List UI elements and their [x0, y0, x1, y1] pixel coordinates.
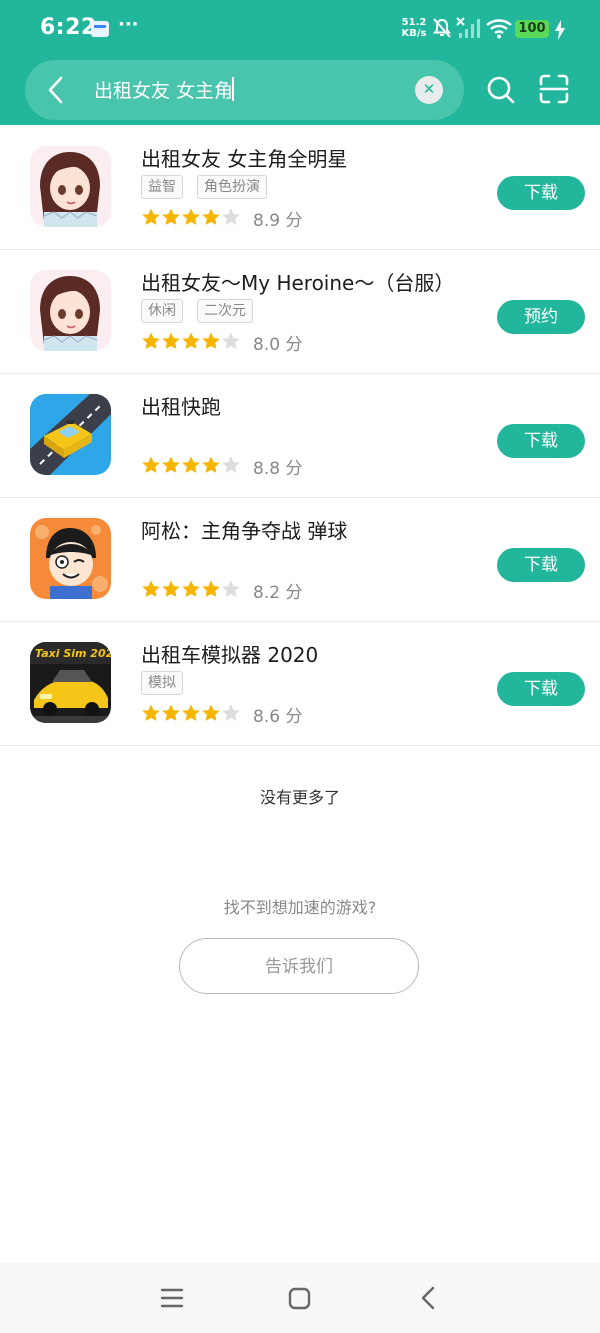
mute-bell-icon	[432, 18, 452, 38]
text-cursor	[232, 77, 234, 101]
search-input[interactable]	[94, 74, 404, 104]
taxi-sim-logo-text: Taxi Sim 2022	[35, 647, 111, 660]
app-score: 8.6 分	[253, 707, 303, 727]
app-title: 出租车模拟器 2020	[141, 643, 319, 667]
no-signal-icon	[456, 17, 480, 38]
taxi-car-icon	[30, 394, 111, 475]
app-score: 8.0 分	[253, 335, 303, 355]
app-title: 出租快跑	[141, 395, 221, 419]
network-speed-unit: KB/s	[401, 28, 427, 39]
download-button[interactable]: 下载	[497, 424, 585, 458]
app-tags: 模拟	[141, 671, 197, 695]
cartoon-boy-icon	[30, 518, 111, 599]
back-icon[interactable]	[418, 1286, 438, 1310]
chevron-left-icon[interactable]	[44, 76, 68, 104]
star-rating-icon	[142, 704, 240, 721]
app-tag: 二次元	[197, 299, 253, 323]
notification-app-icon	[91, 21, 109, 37]
scan-icon[interactable]	[538, 73, 570, 105]
reserve-button[interactable]: 预约	[497, 300, 585, 334]
download-button[interactable]: 下载	[497, 672, 585, 706]
app-score: 8.8 分	[253, 459, 303, 479]
network-speed-value: 51.2	[401, 17, 427, 28]
network-speed: 51.2 KB/s	[400, 17, 428, 39]
app-tag: 角色扮演	[197, 175, 267, 199]
battery-indicator: 100	[515, 20, 549, 38]
clear-search-button[interactable]: ✕	[415, 76, 443, 104]
search-row: ✕	[0, 58, 600, 125]
taxi-sim-icon: Taxi Sim 2022	[30, 642, 111, 723]
list-item[interactable]: 出租快跑 8.8 分 下载	[0, 373, 600, 498]
status-time: 6:22	[40, 15, 97, 40]
system-navigation-bar	[0, 1263, 600, 1333]
list-item[interactable]: 阿松：主角争夺战 弹球 8.2 分 下载	[0, 497, 600, 622]
no-more-results-text: 没有更多了	[259, 788, 340, 807]
download-button[interactable]: 下载	[497, 548, 585, 582]
home-icon[interactable]	[288, 1287, 311, 1310]
download-button[interactable]: 下载	[497, 176, 585, 210]
app-score: 8.9 分	[253, 211, 303, 231]
app-tags: 休闲 二次元	[141, 299, 267, 323]
app-tag: 模拟	[141, 671, 183, 695]
recent-apps-icon[interactable]	[160, 1287, 184, 1309]
cant-find-prompt: 找不到想加速的游戏?	[223, 898, 377, 917]
search-icon[interactable]	[486, 75, 516, 105]
app-title: 出租女友 女主角全明星	[141, 147, 348, 171]
app-tag: 休闲	[141, 299, 183, 323]
app-title: 阿松：主角争夺战 弹球	[141, 519, 348, 543]
star-rating-icon	[142, 580, 240, 597]
wifi-icon	[486, 19, 512, 39]
star-rating-icon	[142, 456, 240, 473]
more-notifications-indicator: ···	[118, 14, 139, 35]
close-icon: ✕	[422, 80, 436, 98]
header: 6:22 ··· 51.2 KB/s 100 出租女友 女主角 ✕	[0, 0, 600, 125]
list-item[interactable]: 出租女友 女主角全明星 益智 角色扮演 8.9 分 下载	[0, 125, 600, 250]
app-title: 出租女友～My Heroine～（台服）	[141, 271, 455, 295]
anime-girl-icon	[30, 146, 111, 227]
list-item[interactable]: Taxi Sim 2022 出租车模拟器 2020 模拟 8.6 分 下载	[0, 621, 600, 746]
list-item[interactable]: 出租女友～My Heroine～（台服） 休闲 二次元 8.0 分 预约	[0, 249, 600, 374]
app-tags: 益智 角色扮演	[141, 175, 281, 199]
star-rating-icon	[142, 332, 240, 349]
app-tag: 益智	[141, 175, 183, 199]
star-rating-icon	[142, 208, 240, 225]
app-score: 8.2 分	[253, 583, 303, 603]
charging-icon	[555, 20, 565, 40]
anime-girl-icon	[30, 270, 111, 351]
tell-us-button[interactable]: 告诉我们	[179, 938, 419, 994]
status-bar: 6:22 ··· 51.2 KB/s 100	[0, 0, 600, 58]
